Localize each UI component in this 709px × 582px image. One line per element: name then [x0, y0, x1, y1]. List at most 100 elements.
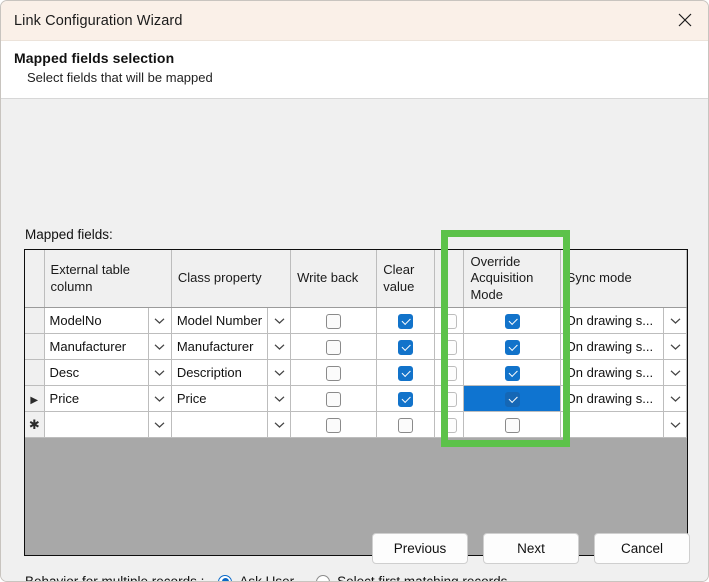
row-marker[interactable]: ▶	[25, 385, 45, 412]
mapped-fields-grid[interactable]: External table column Class property Wri…	[24, 249, 688, 556]
cell-class-property[interactable]: Description	[171, 359, 292, 386]
cell-write-back[interactable]	[290, 307, 378, 334]
cell-override-acquisition-mode[interactable]	[463, 359, 561, 386]
cell-override-acquisition-mode-box[interactable]	[504, 365, 520, 381]
cell-override-acquisition-mode[interactable]	[463, 385, 561, 412]
cell-class-property[interactable]: Price	[171, 385, 292, 412]
table-row[interactable]: Manufacturer Manufacturer On drawing s...	[25, 333, 687, 360]
cell-narrow-box[interactable]	[441, 391, 457, 407]
cell-clear-value[interactable]	[376, 333, 436, 360]
cell-narrow-box[interactable]	[441, 339, 457, 355]
chevron-down-icon[interactable]	[147, 360, 170, 385]
cell-sync-mode-text: On drawing s...	[565, 313, 654, 328]
cell-write-back-box[interactable]	[326, 313, 342, 329]
chevron-down-icon[interactable]	[267, 412, 289, 437]
cell-class-property[interactable]: Model Number	[171, 307, 292, 334]
chevron-down-icon[interactable]	[267, 308, 289, 333]
chevron-down-icon[interactable]	[663, 360, 685, 385]
cell-write-back[interactable]	[290, 385, 378, 412]
col-header-override-acquisition-mode[interactable]: Override Acquisition Mode	[463, 250, 561, 308]
cell-clear-value-box[interactable]	[398, 313, 414, 329]
cell-override-acquisition-mode-box[interactable]	[504, 313, 520, 329]
cell-write-back-box[interactable]	[326, 365, 342, 381]
col-header-external-table-column[interactable]: External table column	[44, 250, 172, 308]
cell-narrow[interactable]	[434, 411, 465, 438]
chevron-down-icon[interactable]	[267, 360, 289, 385]
cell-override-acquisition-mode[interactable]	[463, 411, 561, 438]
chevron-down-icon[interactable]	[267, 334, 289, 359]
cell-clear-value[interactable]	[376, 411, 436, 438]
table-row[interactable]: ModelNo Model Number On drawing s...	[25, 307, 687, 334]
cell-external-table-column-text: Desc	[49, 365, 80, 380]
close-icon[interactable]	[662, 1, 708, 39]
table-row[interactable]: ▶ Price Price On drawing s...	[25, 385, 687, 412]
table-row[interactable]: ✱	[25, 411, 687, 438]
chevron-down-icon[interactable]	[147, 386, 170, 411]
cell-narrow[interactable]	[434, 385, 465, 412]
behaviour-row: Behavior for multiple records : Ask User…	[25, 574, 529, 581]
cancel-button[interactable]: Cancel	[594, 533, 690, 564]
cell-write-back-box[interactable]	[326, 417, 342, 433]
col-header-narrow[interactable]	[434, 250, 465, 308]
col-header-clear-value[interactable]: Clear value	[376, 250, 436, 308]
cell-narrow-box[interactable]	[441, 313, 457, 329]
cell-narrow[interactable]	[434, 359, 465, 386]
cell-override-acquisition-mode-box[interactable]	[504, 417, 520, 433]
table-row[interactable]: Desc Description On drawing s...	[25, 359, 687, 386]
cell-override-acquisition-mode-box[interactable]	[504, 339, 520, 355]
chevron-down-icon[interactable]	[663, 412, 685, 437]
cell-write-back[interactable]	[290, 333, 378, 360]
cell-override-acquisition-mode[interactable]	[463, 333, 561, 360]
cell-clear-value-box[interactable]	[398, 339, 414, 355]
chevron-down-icon[interactable]	[147, 412, 170, 437]
next-button[interactable]: Next	[483, 533, 579, 564]
chevron-down-icon[interactable]	[147, 334, 170, 359]
cell-narrow-box[interactable]	[441, 365, 457, 381]
cell-write-back[interactable]	[290, 411, 378, 438]
cell-sync-mode[interactable]: On drawing s...	[560, 359, 687, 386]
cell-clear-value-box[interactable]	[398, 417, 414, 433]
cell-clear-value[interactable]	[376, 359, 436, 386]
chevron-down-icon[interactable]	[663, 386, 685, 411]
row-marker-glyph: ▶	[30, 394, 39, 406]
cell-sync-mode[interactable]: On drawing s...	[560, 333, 687, 360]
cell-sync-mode[interactable]: On drawing s...	[560, 385, 687, 412]
row-marker[interactable]: ✱	[25, 411, 45, 438]
cell-clear-value-box[interactable]	[398, 391, 414, 407]
cell-sync-mode[interactable]	[560, 411, 687, 438]
cell-external-table-column[interactable]: Desc	[44, 359, 172, 386]
cell-narrow-box[interactable]	[441, 417, 457, 433]
col-header-class-property[interactable]: Class property	[171, 250, 292, 308]
cell-narrow[interactable]	[434, 307, 465, 334]
chevron-down-icon[interactable]	[147, 308, 170, 333]
chevron-down-icon[interactable]	[663, 334, 685, 359]
radio-select-first-matching-records[interactable]: Select first matching records	[316, 574, 507, 581]
chevron-down-icon[interactable]	[663, 308, 685, 333]
cell-override-acquisition-mode[interactable]	[463, 307, 561, 334]
cell-write-back-box[interactable]	[326, 391, 342, 407]
cell-class-property-text: Description	[176, 365, 242, 380]
cell-external-table-column[interactable]: Price	[44, 385, 172, 412]
cell-sync-mode[interactable]: On drawing s...	[560, 307, 687, 334]
cell-clear-value[interactable]	[376, 385, 436, 412]
col-header-write-back[interactable]: Write back	[290, 250, 378, 308]
cell-class-property[interactable]: Manufacturer	[171, 333, 292, 360]
cell-narrow[interactable]	[434, 333, 465, 360]
cell-external-table-column[interactable]	[44, 411, 172, 438]
previous-button[interactable]: Previous	[372, 533, 468, 564]
cell-class-property[interactable]	[171, 411, 292, 438]
cell-external-table-column[interactable]: ModelNo	[44, 307, 172, 334]
cell-write-back[interactable]	[290, 359, 378, 386]
cell-external-table-column[interactable]: Manufacturer	[44, 333, 172, 360]
cell-override-acquisition-mode-box[interactable]	[504, 391, 520, 407]
cell-clear-value[interactable]	[376, 307, 436, 334]
cell-write-back-box[interactable]	[326, 339, 342, 355]
row-marker[interactable]	[25, 359, 45, 386]
row-marker[interactable]	[25, 333, 45, 360]
cell-clear-value-box[interactable]	[398, 365, 414, 381]
radio-ask-user[interactable]: Ask User	[218, 574, 294, 581]
row-marker[interactable]	[25, 307, 45, 334]
mapped-fields-table: External table column Class property Wri…	[25, 250, 687, 438]
col-header-sync-mode[interactable]: Sync mode	[560, 250, 687, 308]
chevron-down-icon[interactable]	[267, 386, 289, 411]
